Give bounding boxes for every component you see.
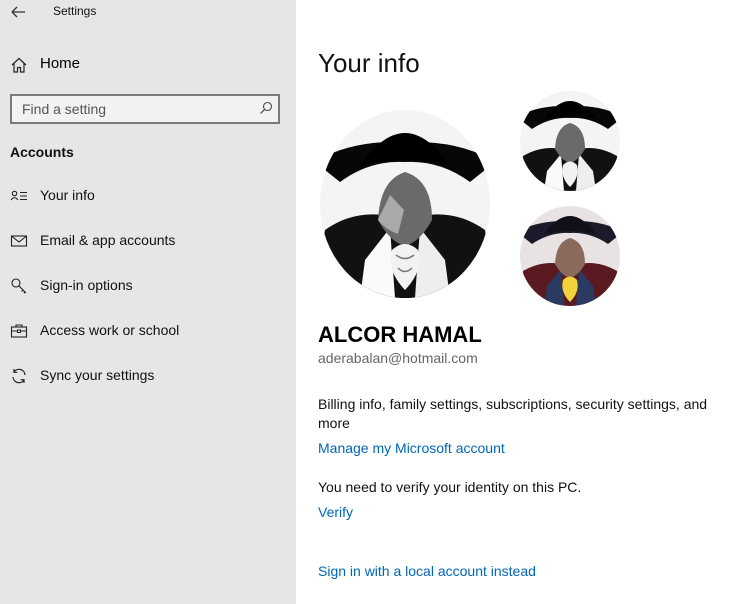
sidebar-item-label: Sync your settings — [40, 367, 155, 383]
verify-link[interactable]: Verify — [318, 504, 353, 520]
profile-picture-small[interactable] — [520, 91, 620, 191]
page-title: Your info — [318, 48, 420, 78]
billing-description: Billing info, family settings, subscript… — [318, 396, 708, 431]
sidebar-item-sync-settings[interactable]: Sync your settings — [0, 360, 296, 392]
key-icon — [11, 278, 27, 294]
home-label: Home — [40, 55, 81, 72]
home-icon — [11, 57, 27, 73]
person-card-icon — [10, 190, 27, 201]
user-name: ALCOR HAMAL — [318, 322, 482, 347]
sidebar-item-label: Access work or school — [40, 322, 180, 338]
verify-description: You need to verify your identity on this… — [318, 479, 582, 495]
search-input[interactable] — [12, 96, 258, 122]
search-box[interactable] — [10, 94, 280, 124]
local-account-link[interactable]: Sign in with a local account instead — [318, 563, 536, 579]
sidebar-item-label: Email & app accounts — [40, 232, 176, 248]
sidebar-item-label: Sign-in options — [40, 277, 133, 293]
sidebar: Settings Home Accounts Your info Email &… — [0, 0, 296, 604]
mail-icon — [10, 235, 28, 247]
user-email: aderabalan@hotmail.com — [318, 350, 478, 366]
sidebar-item-your-info[interactable]: Your info — [0, 180, 296, 212]
main-content — [296, 0, 750, 604]
sidebar-item-label: Your info — [40, 187, 95, 203]
app-title: Settings — [53, 4, 97, 18]
back-button[interactable] — [8, 2, 30, 22]
sync-icon — [12, 368, 26, 384]
profile-picture-large — [320, 110, 490, 298]
profile-picture-color[interactable] — [520, 206, 620, 306]
sidebar-item-sign-in-options[interactable]: Sign-in options — [0, 270, 296, 302]
briefcase-icon — [10, 324, 28, 338]
arrow-left-icon — [11, 6, 25, 18]
section-title: Accounts — [10, 144, 74, 160]
home-nav-item[interactable]: Home — [10, 54, 280, 76]
sidebar-item-access-work-school[interactable]: Access work or school — [0, 315, 296, 347]
manage-account-link[interactable]: Manage my Microsoft account — [318, 440, 505, 456]
sidebar-item-email-app-accounts[interactable]: Email & app accounts — [0, 225, 296, 257]
search-icon[interactable] — [259, 101, 273, 115]
